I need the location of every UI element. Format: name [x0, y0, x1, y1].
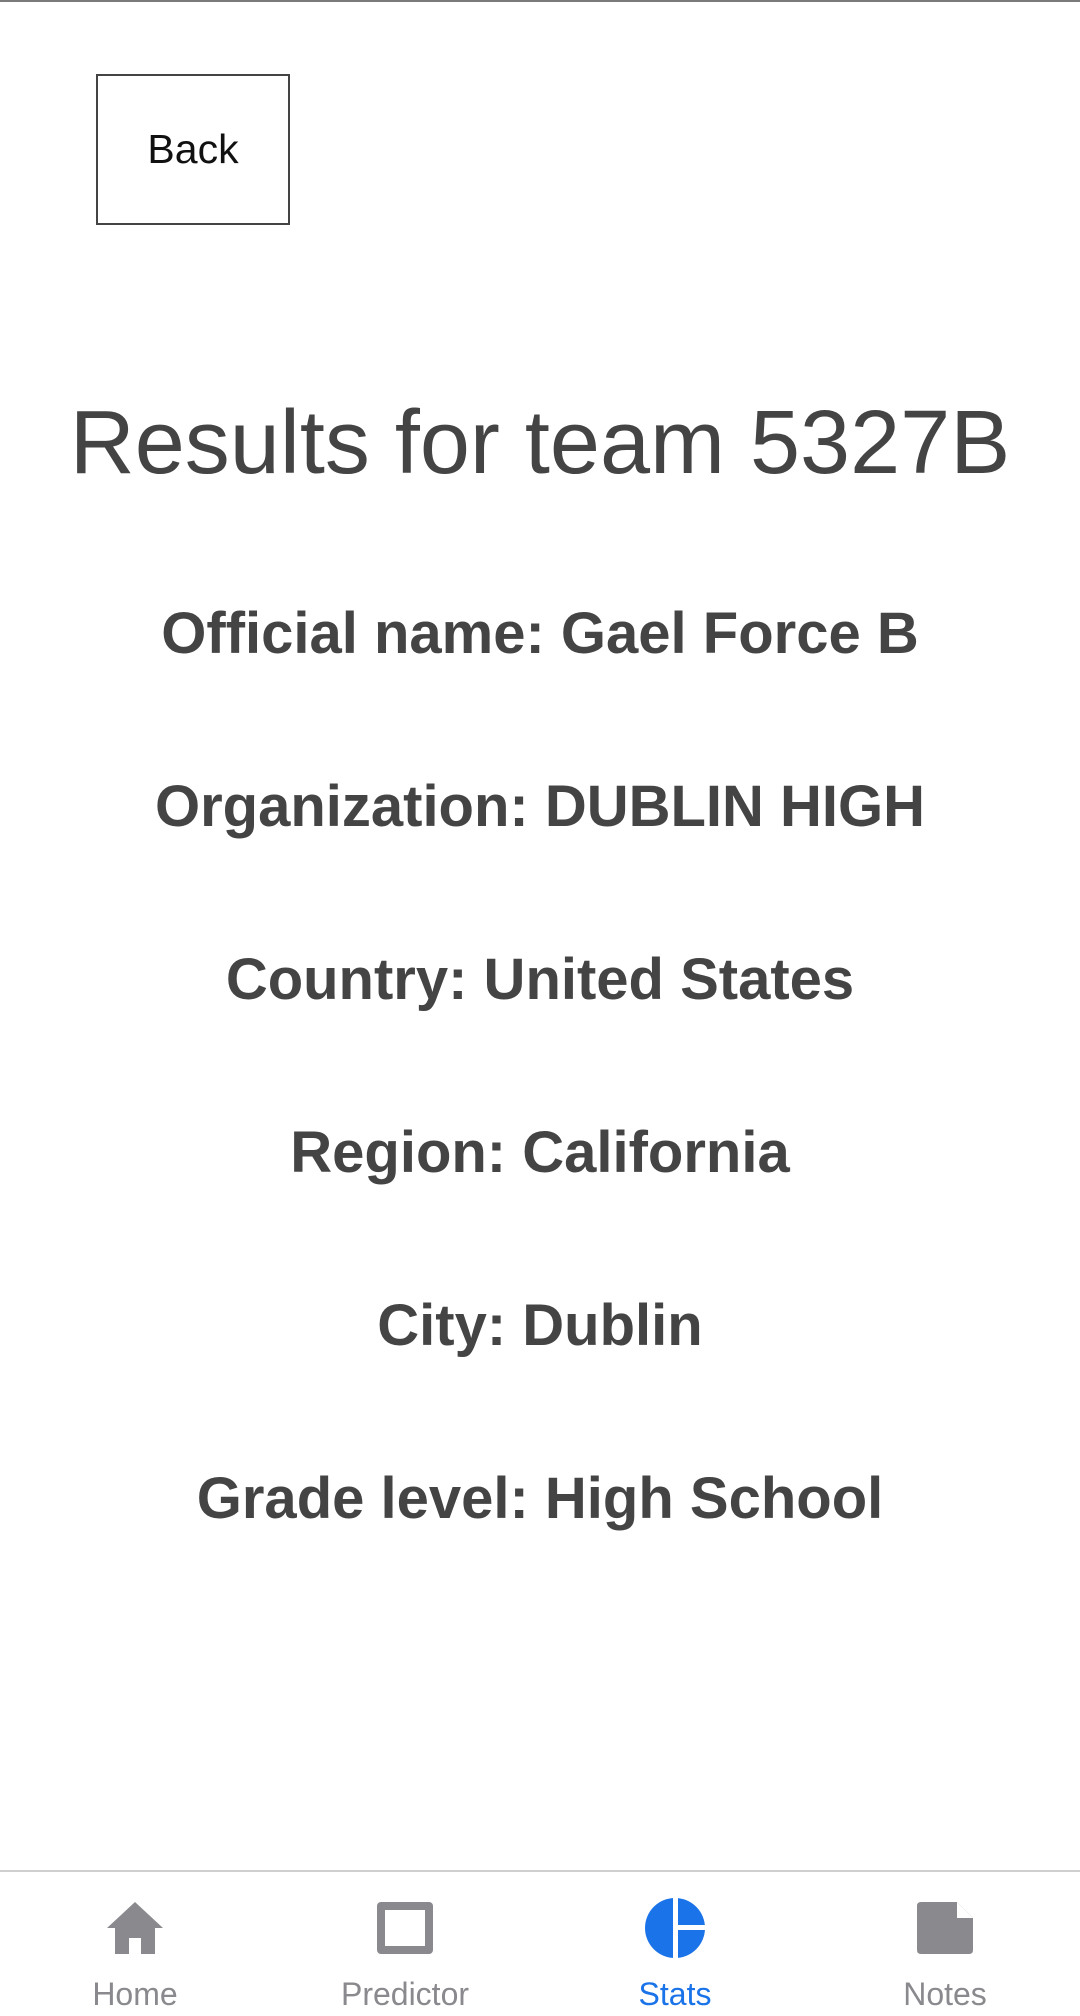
bottom-tab-bar: Home Predictor Stats Notes — [0, 1870, 1080, 2016]
tab-notes-label: Notes — [903, 1976, 987, 2012]
tab-predictor-label: Predictor — [340, 1976, 470, 2012]
tab-notes[interactable]: Notes — [810, 1872, 1080, 2016]
back-button[interactable]: Back — [96, 74, 290, 225]
city-text: City: Dublin — [377, 1293, 703, 1358]
organization-text: Organization: DUBLIN HIGH — [154, 774, 926, 839]
grade-level-text: Grade level: High School — [196, 1466, 884, 1531]
note-icon — [917, 1902, 973, 1954]
country-text: Country: United States — [225, 947, 855, 1012]
page-title: Results for team 5327B — [69, 393, 1011, 493]
official-name-text: Official name: Gael Force B — [161, 601, 919, 666]
tab-home-label: Home — [92, 1976, 178, 2012]
square-icon — [377, 1902, 433, 1954]
tab-stats-label: Stats — [638, 1976, 712, 2012]
top-divider — [0, 0, 1080, 2]
team-info-list: Official name: Gael Force B Organization… — [0, 590, 1080, 1628]
tab-home[interactable]: Home — [0, 1872, 270, 2016]
region-text: Region: California — [290, 1120, 790, 1185]
tab-predictor[interactable]: Predictor — [270, 1872, 540, 2016]
pie-chart-icon — [645, 1896, 707, 1960]
page: Back Results for team 5327B Official nam… — [0, 0, 1080, 2016]
home-icon — [107, 1902, 163, 1954]
tab-stats[interactable]: Stats — [540, 1872, 810, 2016]
